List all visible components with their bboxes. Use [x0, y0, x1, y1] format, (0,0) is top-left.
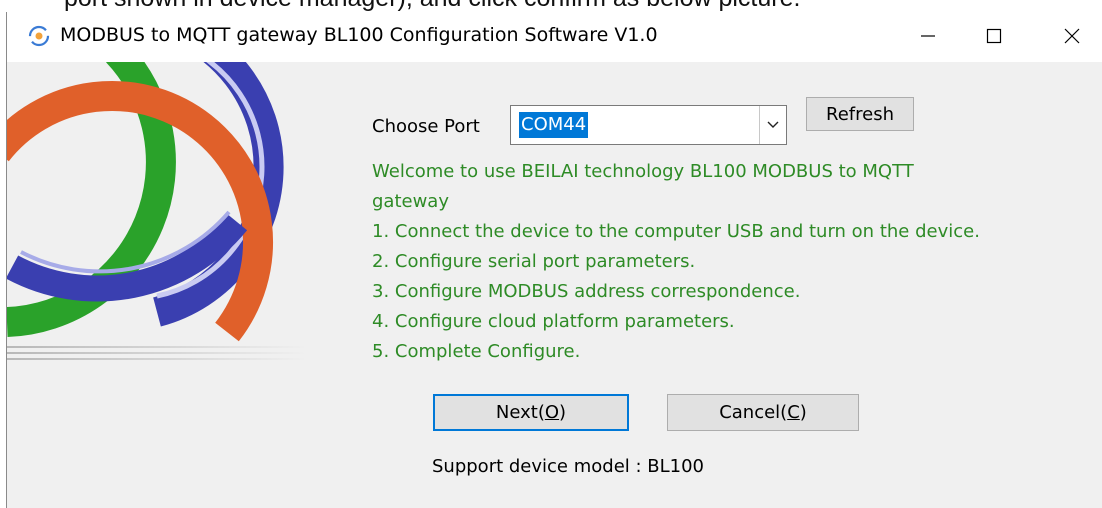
config-window: MODBUS to MQTT gateway BL100 Configurati…: [6, 12, 1102, 508]
rings-logo-image: [7, 62, 307, 360]
choose-port-label: Choose Port: [372, 116, 480, 137]
port-select[interactable]: COM44: [510, 105, 787, 145]
cancel-button-hotkey: C: [787, 402, 800, 423]
maximize-icon: [986, 28, 1002, 44]
window-title: MODBUS to MQTT gateway BL100 Configurati…: [60, 24, 658, 46]
instruction-step: 2. Configure serial port parameters.: [372, 251, 696, 272]
support-model-text: Support device model : BL100: [432, 456, 705, 477]
instruction-step: 5. Complete Configure.: [372, 341, 581, 362]
cancel-button[interactable]: Cancel(C): [667, 394, 859, 431]
minimize-icon: [921, 35, 935, 37]
app-logo-icon: [28, 25, 50, 47]
title-bar[interactable]: MODBUS to MQTT gateway BL100 Configurati…: [7, 12, 1102, 62]
dialog-body: Choose Port COM44 Refresh Welcome to use…: [7, 62, 1102, 508]
next-button-hotkey: O: [544, 402, 560, 423]
cancel-button-label-end: ): [799, 402, 807, 423]
port-dropdown-button[interactable]: [759, 106, 786, 144]
next-button-label-end: ): [559, 402, 567, 423]
port-select-value: COM44: [519, 112, 589, 138]
chevron-down-icon: [767, 121, 779, 128]
cancel-button-label: Cancel(: [719, 402, 788, 423]
refresh-button[interactable]: Refresh: [806, 97, 914, 131]
instruction-step: 3. Configure MODBUS address corresponden…: [372, 281, 801, 302]
close-button[interactable]: [1043, 12, 1101, 60]
instruction-step: 1. Connect the device to the computer US…: [372, 221, 980, 242]
maximize-button[interactable]: [965, 12, 1023, 60]
next-button[interactable]: Next(O): [433, 394, 629, 431]
next-button-label: Next(: [495, 402, 545, 423]
minimize-button[interactable]: [899, 12, 957, 60]
instruction-step: 4. Configure cloud platform parameters.: [372, 311, 735, 332]
welcome-line: Welcome to use BEILAI technology BL100 M…: [372, 161, 914, 182]
close-icon: [1064, 28, 1080, 44]
welcome-text: Welcome to use BEILAI technology BL100 M…: [372, 157, 1072, 367]
welcome-line: gateway: [372, 191, 449, 212]
